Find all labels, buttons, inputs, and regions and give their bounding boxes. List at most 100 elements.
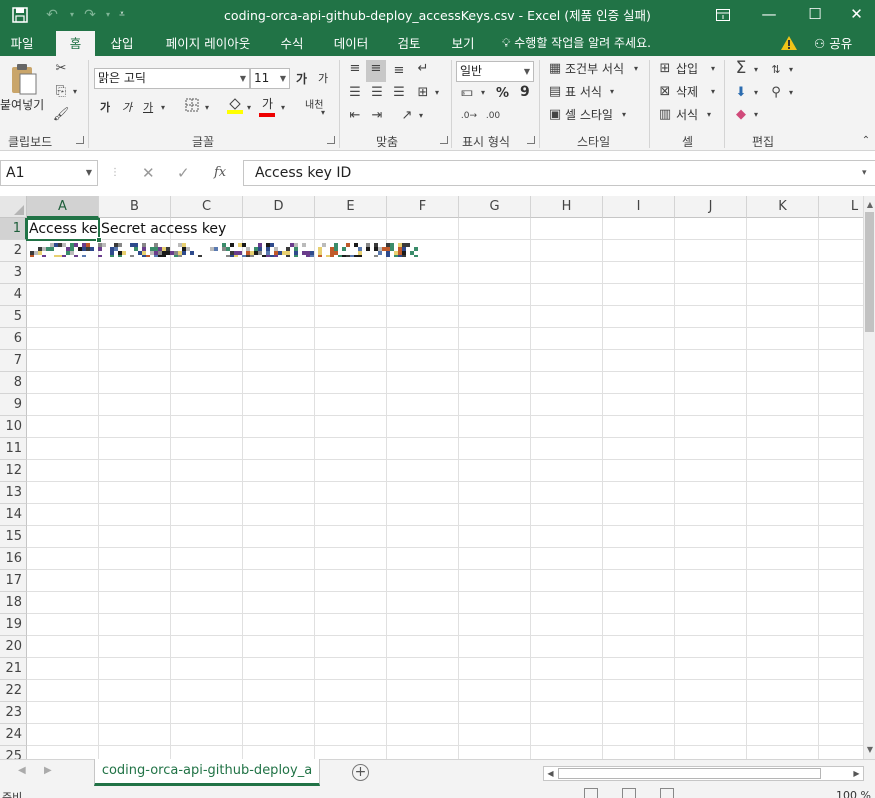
decrease-decimal-icon[interactable]: .00 (482, 107, 504, 125)
add-sheet-icon[interactable]: + (352, 764, 369, 781)
name-box[interactable]: A1 ▼ (0, 160, 98, 186)
fill-color-icon[interactable] (226, 96, 244, 120)
tab-formulas[interactable]: 수식 (270, 31, 314, 56)
row-header-13[interactable]: 13 (0, 482, 27, 504)
row-header-19[interactable]: 19 (0, 614, 27, 636)
align-middle-icon[interactable]: ≡ (366, 60, 386, 82)
row-header-21[interactable]: 21 (0, 658, 27, 680)
format-cells-button[interactable]: 서식 (676, 106, 698, 124)
increase-decimal-icon[interactable]: .0→ (458, 107, 480, 125)
row-header-8[interactable]: 8 (0, 372, 27, 394)
fill-icon[interactable]: ⬇ (731, 84, 751, 102)
row-header-15[interactable]: 15 (0, 526, 27, 548)
grow-font-button[interactable]: 가 (296, 70, 307, 88)
tell-me-search[interactable]: 💡︎ 수행할 작업을 알려 주세요. (502, 31, 651, 56)
insert-cells-icon[interactable]: ⊞ (656, 60, 674, 78)
align-bottom-icon[interactable]: ≡ (390, 62, 408, 80)
increase-indent-icon[interactable]: ⇥ (368, 107, 386, 125)
table-dropdown-icon[interactable]: ▾ (607, 83, 617, 101)
clear-dropdown-icon[interactable]: ▾ (751, 106, 761, 124)
fill-handle[interactable] (96, 237, 102, 243)
wrap-text-icon[interactable]: ↵ (414, 60, 432, 78)
format-as-table-button[interactable]: 표 서식 (565, 83, 602, 101)
merge-center-icon[interactable]: ⊞ (414, 84, 432, 102)
row-header-6[interactable]: 6 (0, 328, 27, 350)
format-as-table-icon[interactable]: ▤ (546, 83, 564, 101)
column-header-i[interactable]: I (603, 196, 675, 218)
share-button[interactable]: ⚇ 공유 (814, 31, 852, 56)
cell-styles-dropdown-icon[interactable]: ▾ (619, 106, 629, 124)
currency-icon[interactable]: 💵︎ (458, 84, 476, 102)
horizontal-scrollbar[interactable]: ◀ ▶ (543, 766, 864, 781)
save-icon[interactable] (8, 3, 32, 27)
vertical-scroll-thumb[interactable] (865, 212, 874, 332)
underline-dropdown-icon[interactable]: ▾ (158, 99, 168, 117)
column-header-j[interactable]: J (675, 196, 747, 218)
orientation-dropdown-icon[interactable]: ▾ (416, 107, 426, 125)
cut-icon[interactable]: ✂ (52, 60, 70, 78)
sort-dropdown-icon[interactable]: ▾ (786, 61, 796, 79)
warning-icon[interactable] (780, 35, 798, 51)
horizontal-scroll-thumb[interactable] (558, 768, 821, 779)
comma-button[interactable]: 9 (520, 83, 530, 101)
row-header-20[interactable]: 20 (0, 636, 27, 658)
sheet-tab[interactable]: coding-orca-api-github-deploy_a (94, 759, 320, 786)
row-header-3[interactable]: 3 (0, 262, 27, 284)
row-header-11[interactable]: 11 (0, 438, 27, 460)
conditional-dropdown-icon[interactable]: ▾ (631, 60, 641, 78)
customize-toolbar-icon[interactable]: ⩡ (110, 3, 134, 27)
delete-cells-button[interactable]: 삭제 (676, 83, 698, 101)
scroll-right-icon[interactable]: ▶ (850, 767, 863, 780)
sort-filter-icon[interactable]: ⇅ (766, 61, 786, 79)
format-cells-icon[interactable]: ▥ (656, 106, 674, 124)
bold-button[interactable]: 가 (100, 99, 110, 117)
prev-sheet-icon[interactable]: ◀ (18, 765, 26, 776)
format-dropdown-icon[interactable]: ▾ (704, 106, 714, 124)
tab-view[interactable]: 보기 (440, 31, 486, 56)
align-center-icon[interactable]: ☰ (368, 84, 386, 102)
font-color-button[interactable]: 가 (262, 95, 273, 113)
row-header-16[interactable]: 16 (0, 548, 27, 570)
row-header-10[interactable]: 10 (0, 416, 27, 438)
borders-dropdown-icon[interactable]: ▾ (202, 99, 212, 117)
minimize-icon[interactable]: — (746, 0, 792, 31)
spreadsheet-grid[interactable]: A B C D E F G H I J K L 1 2 3 4 5 6 7 8 9 10 11 12 13 14 15 16 17 18 1… (0, 196, 863, 759)
formula-input[interactable]: Access key ID (243, 160, 875, 186)
row-header-18[interactable]: 18 (0, 592, 27, 614)
number-launcher-icon[interactable] (527, 136, 535, 144)
next-sheet-icon[interactable]: ▶ (44, 765, 52, 776)
collapse-ribbon-icon[interactable]: ⌃ (860, 132, 872, 150)
column-header-b[interactable]: B (99, 196, 171, 218)
cell-styles-button[interactable]: 셀 스타일 (565, 106, 613, 124)
row-header-1[interactable]: 1 (0, 218, 27, 240)
tab-page-layout[interactable]: 페이지 레이아웃 (152, 31, 264, 56)
find-dropdown-icon[interactable]: ▾ (786, 84, 796, 102)
row-header-4[interactable]: 4 (0, 284, 27, 306)
alignment-launcher-icon[interactable] (440, 136, 448, 144)
maximize-icon[interactable]: ☐ (792, 0, 838, 31)
align-left-icon[interactable]: ☰ (346, 84, 364, 102)
cell-styles-icon[interactable]: ▣ (546, 106, 564, 124)
page-break-view-icon[interactable] (660, 788, 674, 798)
row-header-2[interactable]: 2 (0, 240, 27, 262)
number-format-dropdown[interactable]: 일반 ▼ (456, 61, 534, 82)
zoom-level[interactable]: 100 % (836, 789, 871, 798)
italic-button[interactable]: 가 (122, 99, 132, 117)
copy-icon[interactable]: ⎘ (52, 83, 70, 101)
autosum-dropdown-icon[interactable]: ▾ (751, 61, 761, 79)
row-header-22[interactable]: 22 (0, 680, 27, 702)
insert-dropdown-icon[interactable]: ▾ (708, 60, 718, 78)
row-header-9[interactable]: 9 (0, 394, 27, 416)
align-right-icon[interactable]: ☰ (390, 84, 408, 102)
tab-file[interactable]: 파일 (0, 31, 44, 56)
row-header-12[interactable]: 12 (0, 460, 27, 482)
row-header-14[interactable]: 14 (0, 504, 27, 526)
paste-icon[interactable] (6, 62, 40, 96)
insert-cells-button[interactable]: 삽입 (676, 60, 698, 78)
insert-function-button[interactable]: fx (214, 163, 226, 183)
select-all-button[interactable] (0, 196, 27, 218)
currency-dropdown-icon[interactable]: ▾ (478, 84, 488, 102)
decrease-indent-icon[interactable]: ⇤ (346, 107, 364, 125)
page-layout-view-icon[interactable] (622, 788, 636, 798)
format-painter-icon[interactable]: 🖌︎ (52, 106, 70, 124)
